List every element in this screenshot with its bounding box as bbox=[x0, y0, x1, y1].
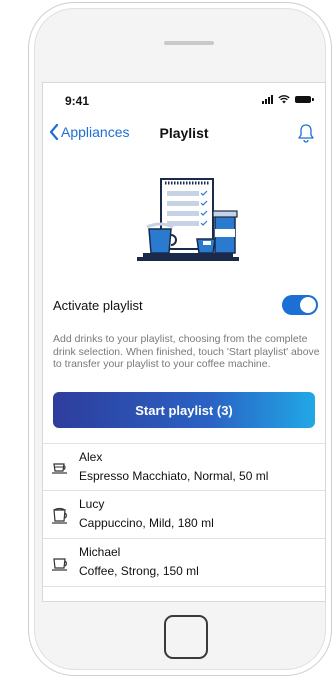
activate-playlist-label: Activate playlist bbox=[53, 298, 143, 313]
phone-speaker bbox=[164, 41, 214, 45]
cappuccino-cup-icon bbox=[52, 507, 67, 524]
list-item[interactable]: Alex Espresso Macchiato, Normal, 50 ml bbox=[43, 443, 325, 491]
battery-icon bbox=[295, 95, 314, 103]
playlist-illustration bbox=[137, 178, 239, 261]
bell-icon[interactable] bbox=[297, 123, 315, 143]
list-item[interactable]: Michael Coffee, Strong, 150 ml bbox=[43, 539, 325, 587]
nav-bar: Appliances Playlist bbox=[43, 121, 325, 145]
page-title: Playlist bbox=[159, 125, 209, 141]
item-user-name: Michael bbox=[79, 545, 121, 559]
item-drink: Coffee, Strong, 150 ml bbox=[79, 564, 199, 578]
item-drink: Cappuccino, Mild, 180 ml bbox=[79, 516, 214, 530]
wifi-icon bbox=[278, 95, 290, 104]
signal-icon bbox=[262, 94, 273, 104]
start-playlist-button[interactable]: Start playlist (3) bbox=[53, 392, 315, 428]
activate-playlist-row: Activate playlist bbox=[53, 295, 318, 317]
item-drink: Espresso Macchiato, Normal, 50 ml bbox=[79, 469, 269, 483]
playlist-list: Alex Espresso Macchiato, Normal, 50 ml L… bbox=[43, 443, 325, 587]
status-time: 9:41 bbox=[65, 94, 90, 108]
item-user-name: Alex bbox=[79, 450, 103, 464]
coffee-cup-icon bbox=[52, 558, 67, 571]
activate-playlist-toggle[interactable] bbox=[282, 295, 318, 315]
app-screen: 9:41 Appliances Playlist Activate playli… bbox=[42, 82, 326, 602]
status-icons bbox=[262, 94, 314, 104]
espresso-cup-icon bbox=[52, 463, 67, 474]
status-bar: 9:41 bbox=[43, 83, 325, 113]
playlist-description: Add drinks to your playlist, choosing fr… bbox=[53, 333, 320, 370]
list-item[interactable]: Lucy Cappuccino, Mild, 180 ml bbox=[43, 491, 325, 539]
item-user-name: Lucy bbox=[79, 497, 105, 511]
toggle-knob bbox=[300, 297, 316, 313]
home-button[interactable] bbox=[164, 615, 208, 659]
